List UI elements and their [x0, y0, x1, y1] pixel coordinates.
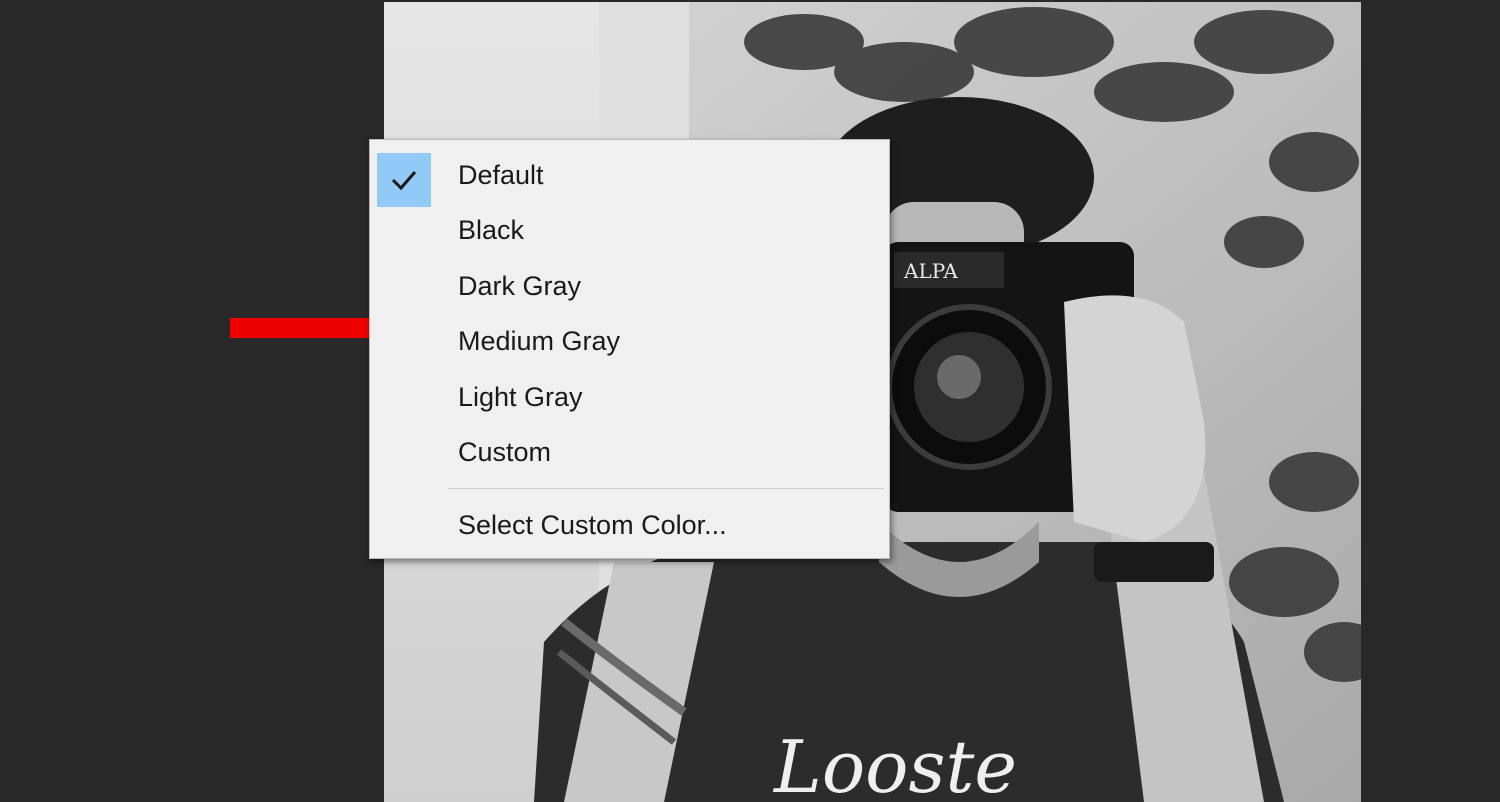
menu-item-label: Dark Gray: [458, 271, 582, 301]
menu-item-label: Light Gray: [458, 382, 583, 412]
menu-item-label: Medium Gray: [458, 326, 621, 356]
menu-item-label: Select Custom Color...: [458, 510, 727, 540]
camera-brand-text: ALPA: [903, 259, 958, 283]
shirt-text: Looste: [772, 725, 1017, 802]
menu-item-default[interactable]: Default: [370, 147, 889, 207]
menu-item-black[interactable]: Black: [370, 202, 889, 258]
checked-indicator: [377, 153, 431, 207]
canvas-workspace[interactable]: ALPA Looste Default Black Dark Gray Medi…: [0, 0, 1500, 802]
menu-item-label: Black: [458, 215, 525, 245]
checkmark-icon: [391, 171, 417, 191]
menu-item-custom[interactable]: Custom: [370, 424, 889, 480]
canvas-color-context-menu: Default Black Dark Gray Medium Gray Ligh…: [369, 139, 890, 559]
menu-item-label: Custom: [458, 437, 552, 467]
menu-item-light-gray[interactable]: Light Gray: [370, 369, 889, 425]
menu-item-label: Default: [458, 160, 544, 190]
menu-item-dark-gray[interactable]: Dark Gray: [370, 258, 889, 314]
menu-item-medium-gray[interactable]: Medium Gray: [370, 313, 889, 369]
menu-item-select-custom-color[interactable]: Select Custom Color...: [370, 497, 889, 553]
menu-separator: [448, 488, 884, 489]
